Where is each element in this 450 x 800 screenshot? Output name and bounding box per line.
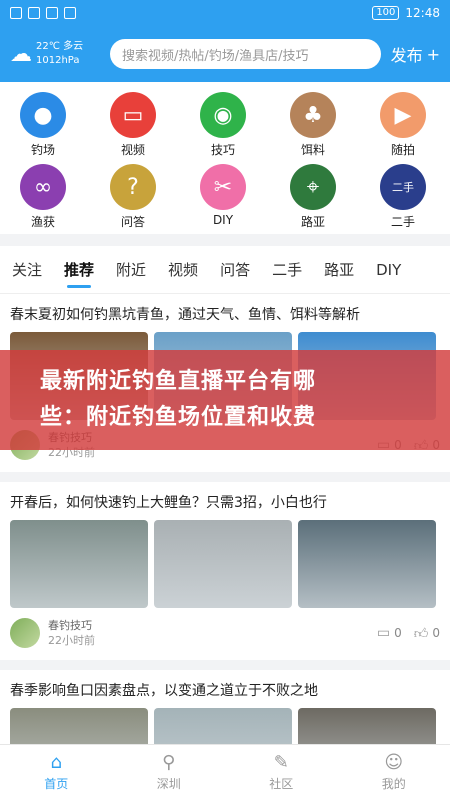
message-icon	[64, 7, 76, 19]
thumbs-up-icon: 👍︎	[413, 625, 429, 642]
tab-DIY[interactable]: DIY	[376, 261, 401, 279]
tab-二手[interactable]: 二手	[272, 259, 302, 280]
nav-label: 深圳	[156, 777, 181, 791]
clock: 12:48	[405, 6, 440, 20]
post-images	[10, 520, 440, 608]
feed-tabs: 关注 推荐 附近 视频 问答 二手 路亚 DIY	[0, 246, 450, 294]
question-icon: ?	[110, 164, 156, 210]
category-label: DIY	[212, 213, 234, 227]
post-meta: 春钓技巧22小时前▭0👍︎0	[10, 618, 440, 648]
category-label: 钓场	[30, 143, 55, 157]
weather-temp: 22℃ 多云	[36, 41, 84, 52]
edit-icon: ✎	[273, 752, 289, 773]
category-tv[interactable]: ▭ 视频	[98, 92, 168, 158]
avatar[interactable]	[10, 618, 40, 648]
location-pin-icon: ●	[20, 92, 66, 138]
bottom-nav: ⌂ 首页 ⚲ 深圳 ✎ 社区 ☺ 我的	[0, 744, 450, 800]
post-title[interactable]: 春季影响鱼口因素盘点，以变通之道立于不败之地	[10, 680, 440, 700]
publish-button[interactable]: 发布 +	[391, 42, 440, 66]
overlay-line-2: 些：附近钓鱼场位置和收费	[40, 405, 317, 430]
publish-label: 发布	[390, 46, 423, 65]
home-icon: ⌂	[50, 752, 62, 773]
post-stats: ▭0👍︎0	[377, 625, 440, 642]
location-icon: ⚲	[162, 752, 176, 773]
notification-icon	[10, 7, 22, 19]
cloud-icon: ☁	[10, 41, 32, 67]
tab-路亚[interactable]: 路亚	[324, 259, 354, 280]
tab-附近[interactable]: 附近	[116, 259, 146, 280]
category-label: 路亚	[300, 215, 325, 229]
play-icon: ▶	[380, 92, 426, 138]
app-icon	[46, 7, 58, 19]
map-pin-icon: ⌖	[290, 164, 336, 210]
post-title[interactable]: 春末夏初如何钓黑坑青鱼，通过天气、鱼情、饵料等解析	[10, 304, 440, 324]
category-map-pin[interactable]: ⌖ 路亚	[278, 164, 348, 230]
like-count: 0	[432, 626, 440, 640]
nav-user[interactable]: ☺ 我的	[338, 745, 450, 800]
second-hand-icon: 二手	[380, 164, 426, 210]
battery-indicator: 100	[372, 6, 400, 20]
search-placeholder: 搜索视频/热帖/钓场/渔具店/技巧	[122, 48, 309, 64]
category-label: 随拍	[390, 143, 415, 157]
search-input[interactable]: 搜索视频/热帖/钓场/渔具店/技巧	[110, 39, 381, 69]
status-bar: 100 12:48	[0, 0, 450, 26]
comment-icon: ▭	[376, 625, 391, 641]
category-scissors[interactable]: ✂ DIY	[188, 164, 258, 227]
user-icon: ☺	[384, 752, 404, 773]
category-label: 渔获	[30, 215, 55, 229]
nav-edit[interactable]: ✎ 社区	[225, 745, 338, 800]
category-label: 饵料	[300, 143, 325, 157]
category-question[interactable]: ? 问答	[98, 164, 168, 230]
weather-widget[interactable]: ☁ 22℃ 多云 1012hPa	[10, 40, 110, 68]
category-play[interactable]: ▶ 随拍	[368, 92, 438, 158]
post-image[interactable]	[154, 520, 292, 608]
category-label: 技巧	[210, 143, 235, 157]
post-image[interactable]	[10, 520, 148, 608]
scissors-icon: ✂	[200, 164, 246, 210]
category-second-hand[interactable]: 二手 二手	[368, 164, 438, 230]
status-icons-right: 100 12:48	[372, 6, 440, 20]
tab-推荐[interactable]: 推荐	[64, 259, 94, 288]
nav-label: 我的	[381, 777, 406, 791]
category-acorn[interactable]: ♣ 饵料	[278, 92, 348, 158]
top-header: ☁ 22℃ 多云 1012hPa 搜索视频/热帖/钓场/渔具店/技巧 发布 +	[0, 26, 450, 82]
tab-视频[interactable]: 视频	[168, 259, 198, 280]
post-card[interactable]: 开春后，如何快速钓上大鲤鱼？只需3招，小白也行 春钓技巧 22小时前 ▭ 0 👍︎ 0	[0, 482, 450, 660]
post-image[interactable]	[298, 520, 436, 608]
tab-关注[interactable]: 关注	[12, 259, 42, 280]
eye-icon: ◉	[200, 92, 246, 138]
category-grid: ● 钓场 ▭ 视频 ◉ 技巧 ♣ 饵料 ▶ 随拍 ∞ 渔获? 问答 ✂ DIY ⌖ 路亚 二手 二手	[0, 82, 450, 234]
fish-icon: ∞	[20, 164, 66, 210]
category-label: 问答	[120, 215, 145, 229]
tab-问答[interactable]: 问答	[220, 259, 250, 280]
category-label: 视频	[120, 143, 145, 157]
overlay-banner: 最新附近钓鱼直播平台有哪 些：附近钓鱼场位置和收费	[0, 350, 450, 450]
nav-home[interactable]: ⌂ 首页	[0, 745, 113, 800]
category-label: 二手	[390, 215, 415, 229]
category-location-pin[interactable]: ● 钓场	[8, 92, 78, 158]
category-eye[interactable]: ◉ 技巧	[188, 92, 258, 158]
comment-count: 0	[394, 626, 402, 640]
weather-pressure: 1012hPa	[36, 55, 80, 66]
nav-label: 社区	[269, 777, 294, 791]
acorn-icon: ♣	[290, 92, 336, 138]
nav-label: 首页	[44, 777, 69, 791]
image-icon	[28, 7, 40, 19]
nav-location[interactable]: ⚲ 深圳	[113, 745, 226, 800]
category-fish[interactable]: ∞ 渔获	[8, 164, 78, 230]
post-time: 22小时前	[48, 634, 95, 647]
status-icons-left	[10, 7, 76, 19]
like-button[interactable]: 👍︎0	[414, 625, 440, 642]
tv-icon: ▭	[110, 92, 156, 138]
overlay-line-1: 最新附近钓鱼直播平台有哪	[40, 369, 317, 394]
plus-icon: +	[426, 44, 440, 64]
author-name[interactable]: 春钓技巧	[48, 618, 95, 633]
comment-button[interactable]: ▭0	[377, 625, 402, 641]
post-title[interactable]: 开春后，如何快速钓上大鲤鱼？只需3招，小白也行	[10, 492, 440, 512]
